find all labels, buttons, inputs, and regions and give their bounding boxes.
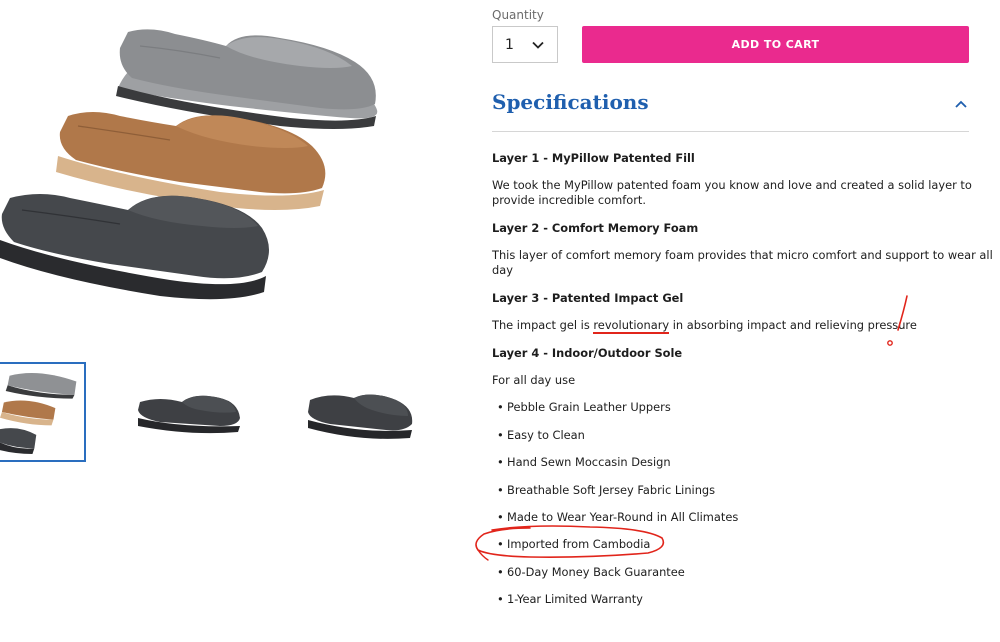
layer-2-text-line: day	[492, 263, 513, 277]
thumbnail-moccasin-image	[308, 394, 413, 439]
add-to-cart-button[interactable]: ADD TO CART	[582, 26, 969, 63]
layer-3-text: The impact gel is revolutionary in absor…	[492, 318, 917, 334]
feature-list-item: Breathable Soft Jersey Fabric Linings	[497, 483, 715, 498]
layer-3-text-after: in absorbing impact and relieving pressu…	[669, 318, 917, 332]
charcoal-moccasin	[0, 194, 269, 300]
moccasins-image	[0, 29, 378, 300]
quantity-select[interactable]: 1	[492, 26, 558, 63]
feature-list-item: 1-Year Limited Warranty	[497, 592, 643, 607]
feature-list-item: Easy to Clean	[497, 428, 585, 443]
thumbnail-2[interactable]	[130, 362, 246, 462]
feature-list-item: 60-Day Money Back Guarantee	[497, 565, 685, 580]
revolutionary-highlight: revolutionary	[593, 318, 670, 334]
feature-list-item: Made to Wear Year-Round in All Climates	[497, 510, 738, 525]
feature-list-item: Hand Sewn Moccasin Design	[497, 455, 671, 470]
thumbnail-moccasins-image	[0, 372, 77, 454]
layer-1-text-line: provide incredible comfort.	[492, 193, 646, 207]
layer-4-heading: Layer 4 - Indoor/Outdoor Sole	[492, 346, 683, 360]
chevron-up-icon[interactable]	[953, 96, 969, 112]
layer-4-text: For all day use	[492, 373, 576, 387]
specifications-header[interactable]: Specifications	[492, 86, 969, 132]
layer-3-heading: Layer 3 - Patented Impact Gel	[492, 291, 684, 305]
thumbnail-3[interactable]	[300, 362, 420, 462]
layer-2-text-line: This layer of comfort memory foam provid…	[492, 248, 993, 262]
layer-3-text-before: The impact gel is	[492, 318, 594, 332]
feature-list-item: Imported from Cambodia	[497, 537, 650, 552]
layer-2-heading: Layer 2 - Comfort Memory Foam	[492, 221, 699, 235]
thumbnail-1[interactable]	[0, 362, 86, 462]
quantity-label: Quantity	[492, 8, 544, 22]
thumbnail-moccasin-image	[138, 395, 240, 434]
quantity-value: 1	[505, 36, 514, 53]
specifications-title: Specifications	[492, 90, 649, 114]
chevron-down-icon	[532, 41, 544, 49]
layer-1-text-line: We took the MyPillow patented foam you k…	[492, 178, 972, 192]
product-main-image[interactable]	[0, 0, 440, 335]
layer-1-heading: Layer 1 - MyPillow Patented Fill	[492, 151, 695, 165]
feature-list-item: Pebble Grain Leather Uppers	[497, 400, 671, 415]
tan-moccasin	[56, 112, 326, 210]
gray-moccasin	[116, 29, 378, 129]
thumbnail-strip	[0, 362, 440, 462]
